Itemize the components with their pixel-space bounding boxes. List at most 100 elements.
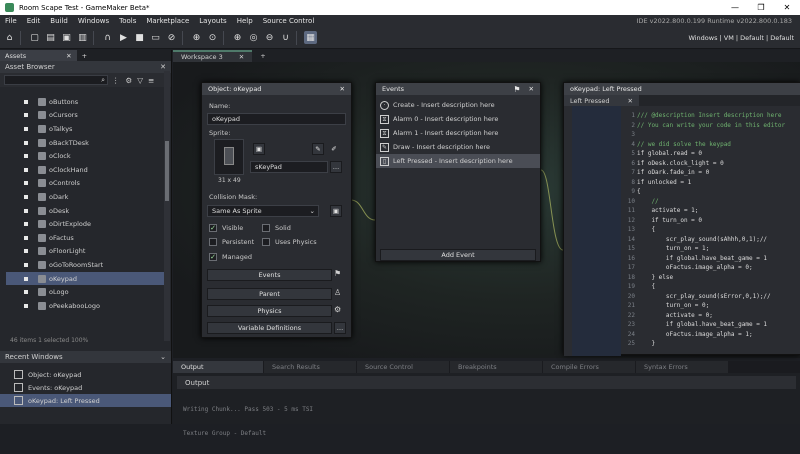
list-item[interactable]: oDirtExplode bbox=[6, 217, 164, 231]
vardefs-more-button[interactable]: … bbox=[334, 322, 346, 334]
tab-workspace-3[interactable]: Workspace 3 ✕ bbox=[173, 50, 253, 62]
edit-mask-icon[interactable]: ▣ bbox=[330, 205, 342, 217]
debug-icon[interactable]: ∩ bbox=[101, 31, 114, 44]
visible-checkbox[interactable]: ✓ bbox=[209, 224, 217, 232]
menu-help[interactable]: Help bbox=[232, 17, 258, 25]
list-item[interactable]: oCursors bbox=[6, 109, 164, 123]
save-all-icon[interactable]: ▥ bbox=[76, 31, 89, 44]
list-item[interactable]: Object: oKeypad bbox=[0, 368, 171, 381]
chevron-down-icon[interactable]: ⌄ bbox=[160, 353, 166, 361]
close-icon[interactable]: ✕ bbox=[160, 63, 166, 71]
tab-breakpoints[interactable]: Breakpoints bbox=[450, 361, 542, 373]
managed-checkbox[interactable]: ✓ bbox=[209, 253, 217, 261]
event-item-alarm-1[interactable]: ⧖ Alarm 1 - Insert description here bbox=[376, 126, 540, 140]
workspace-icon[interactable]: ▦ bbox=[304, 31, 317, 44]
list-item[interactable]: Events: oKeypad bbox=[0, 381, 171, 394]
list-item[interactable]: oBackTDesk bbox=[6, 136, 164, 150]
stop-icon[interactable]: ■ bbox=[133, 31, 146, 44]
list-item[interactable]: oLogo bbox=[6, 285, 164, 299]
tab-output[interactable]: Output bbox=[173, 361, 263, 373]
maximize-button[interactable]: ❐ bbox=[748, 3, 774, 12]
open-project-icon[interactable]: ▤ bbox=[44, 31, 57, 44]
sprite-preview[interactable] bbox=[214, 139, 244, 175]
event-item-create[interactable]: · Create - Insert description here bbox=[376, 98, 540, 112]
close-icon[interactable]: ✕ bbox=[529, 85, 534, 93]
list-item[interactable]: oGoToRoomStart bbox=[6, 258, 164, 272]
close-icon[interactable]: ✕ bbox=[628, 97, 633, 105]
list-item[interactable]: oTalkys bbox=[6, 122, 164, 136]
new-project-icon[interactable]: ▢ bbox=[28, 31, 41, 44]
list-item-selected[interactable]: oKeypad bbox=[6, 271, 164, 286]
asset-scrollbar[interactable] bbox=[164, 71, 170, 341]
pencil-icon[interactable]: ✐ bbox=[328, 143, 340, 155]
list-item[interactable]: oPeekabooLogo bbox=[6, 299, 164, 313]
close-icon[interactable]: ✕ bbox=[66, 52, 71, 60]
list-item[interactable]: oFloorLight bbox=[6, 245, 164, 259]
parent-button[interactable]: Parent bbox=[207, 288, 332, 300]
menu-windows[interactable]: Windows bbox=[73, 17, 114, 25]
variable-definitions-button[interactable]: Variable Definitions bbox=[207, 322, 332, 334]
solid-checkbox[interactable] bbox=[262, 224, 270, 232]
list-item[interactable]: oDark bbox=[6, 190, 164, 204]
new-tab-button[interactable]: + bbox=[76, 50, 93, 61]
menu-layouts[interactable]: Layouts bbox=[194, 17, 231, 25]
list-item[interactable]: oControls bbox=[6, 177, 164, 191]
clean-icon[interactable]: ⊘ bbox=[165, 31, 178, 44]
zoom-out-icon[interactable]: ⊖ bbox=[263, 31, 276, 44]
tab-left-pressed[interactable]: Left Pressed ✕ bbox=[564, 95, 639, 106]
sprite-select[interactable]: sKeyPad bbox=[250, 161, 328, 173]
zoom-reset-icon[interactable]: ◎ bbox=[247, 31, 260, 44]
physics-button[interactable]: Physics bbox=[207, 305, 332, 317]
save-icon[interactable]: ▣ bbox=[60, 31, 73, 44]
build-icon[interactable]: ▭ bbox=[149, 31, 162, 44]
user-icon[interactable]: ∪ bbox=[279, 31, 292, 44]
persistent-checkbox[interactable] bbox=[209, 238, 217, 246]
list-item[interactable]: oFactus bbox=[6, 231, 164, 245]
list-item-selected[interactable]: oKeypad: Left Pressed bbox=[0, 394, 171, 407]
new-workspace-button[interactable]: + bbox=[252, 50, 273, 62]
add-event-button[interactable]: Add Event bbox=[380, 249, 536, 261]
zoom-in-icon[interactable]: ⊕ bbox=[231, 31, 244, 44]
close-icon[interactable]: ✕ bbox=[340, 85, 345, 93]
menu-edit[interactable]: Edit bbox=[22, 17, 46, 25]
filter-icon[interactable]: ▽ bbox=[137, 76, 143, 85]
close-button[interactable]: ✕ bbox=[774, 3, 800, 12]
menu-file[interactable]: File bbox=[0, 17, 22, 25]
event-item-left-pressed[interactable]: ▯ Left Pressed - Insert description here bbox=[376, 154, 540, 168]
preferences-icon[interactable]: ⊙ bbox=[206, 31, 219, 44]
menu-dots-icon[interactable]: ⋮ bbox=[112, 76, 120, 85]
event-item-alarm-0[interactable]: ⧖ Alarm 0 - Insert description here bbox=[376, 112, 540, 126]
settings-icon[interactable]: ⚙ bbox=[126, 76, 133, 85]
events-button[interactable]: Events bbox=[207, 269, 332, 281]
tab-source-control[interactable]: Source Control bbox=[357, 361, 449, 373]
add-event-flag-icon[interactable]: ⚑ bbox=[513, 85, 520, 94]
list-item[interactable]: oDesk bbox=[6, 204, 164, 218]
menu-tools[interactable]: Tools bbox=[114, 17, 141, 25]
tab-search-results[interactable]: Search Results bbox=[264, 361, 356, 373]
edit-sprite-icon[interactable]: ✎ bbox=[312, 143, 324, 155]
collision-mask-select[interactable]: Same As Sprite ⌄ bbox=[207, 205, 319, 217]
asset-search-input[interactable]: ⌕ bbox=[4, 75, 108, 85]
minimize-button[interactable]: — bbox=[722, 3, 748, 12]
tab-compile-errors[interactable]: Compile Errors bbox=[543, 361, 635, 373]
scrollbar-thumb[interactable] bbox=[165, 141, 169, 201]
name-field[interactable]: oKeypad bbox=[207, 113, 346, 125]
new-sprite-icon[interactable]: ▣ bbox=[253, 143, 265, 155]
menu-marketplace[interactable]: Marketplace bbox=[141, 17, 194, 25]
home-icon[interactable]: ⌂ bbox=[3, 31, 16, 44]
uses-physics-checkbox[interactable] bbox=[262, 238, 270, 246]
list-item[interactable]: oClock bbox=[6, 149, 164, 163]
list-item[interactable]: oClockHand bbox=[6, 163, 164, 177]
list-item[interactable]: oButtons bbox=[6, 95, 164, 109]
menu-source-control[interactable]: Source Control bbox=[258, 17, 320, 25]
layout-selector[interactable]: Windows | VM | Default | Default bbox=[688, 34, 800, 42]
close-icon[interactable]: ✕ bbox=[239, 53, 244, 61]
run-icon[interactable]: ▶ bbox=[117, 31, 130, 44]
menu-build[interactable]: Build bbox=[45, 17, 73, 25]
sprite-more-button[interactable]: … bbox=[330, 161, 342, 173]
tab-assets[interactable]: Assets ✕ bbox=[0, 50, 77, 61]
code-text-area[interactable]: /// @description Insert description here… bbox=[637, 111, 800, 349]
tab-syntax-errors[interactable]: Syntax Errors bbox=[636, 361, 728, 373]
list-view-icon[interactable]: ≡ bbox=[148, 76, 154, 85]
target-icon[interactable]: ⊕ bbox=[190, 31, 203, 44]
